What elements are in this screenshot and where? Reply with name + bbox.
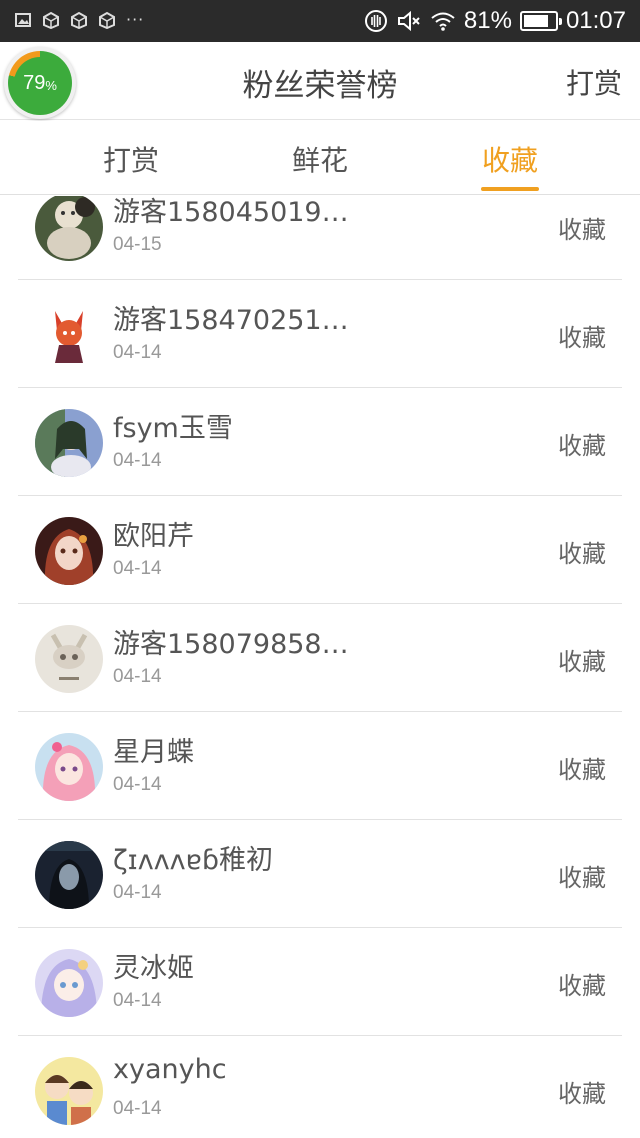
list-item[interactable]: 欧阳芹 04-14 收藏 xyxy=(18,496,622,604)
list-item[interactable]: 灵冰姬 04-14 收藏 xyxy=(18,928,622,1036)
active-tab-indicator xyxy=(481,187,539,191)
page-title: 粉丝荣誉榜 xyxy=(242,68,398,104)
vibrate-icon xyxy=(364,10,387,32)
list-item[interactable]: 游客1584702512... 04-14 收藏 xyxy=(18,280,622,388)
list-item[interactable]: 星月蝶 04-14 收藏 xyxy=(18,712,622,820)
avatar[interactable] xyxy=(35,409,103,477)
user-name: ζɪʌʌʌɐɓ稚初 xyxy=(113,845,273,876)
battery-percentage: 81% xyxy=(463,7,512,34)
tab-tip[interactable]: 打赏 xyxy=(103,139,159,179)
date: 04-14 xyxy=(113,666,162,687)
user-name: xyanyhc xyxy=(113,1054,227,1085)
date: 04-14 xyxy=(113,342,162,363)
mute-icon xyxy=(397,10,420,32)
date: 04-14 xyxy=(113,558,162,579)
user-name: 游客1584702512... xyxy=(113,305,358,336)
avatar[interactable] xyxy=(35,301,103,369)
action-label: 收藏 xyxy=(558,540,606,568)
user-name: 欧阳芹 xyxy=(113,521,194,552)
avatar[interactable] xyxy=(35,196,103,261)
date: 04-15 xyxy=(113,234,162,255)
avatar[interactable] xyxy=(35,949,103,1017)
action-label: 收藏 xyxy=(558,972,606,1000)
date: 04-14 xyxy=(113,990,162,1011)
clock: 01:07 xyxy=(565,7,626,34)
action-label: 收藏 xyxy=(558,324,606,352)
list-item[interactable]: 游客1580798588... 04-14 收藏 xyxy=(18,604,622,712)
avatar[interactable] xyxy=(35,625,103,693)
user-name: 游客1580450190... xyxy=(113,197,358,228)
user-name: fsym玉雪 xyxy=(113,413,233,444)
more-notifications: ··· xyxy=(126,10,145,29)
user-name: 星月蝶 xyxy=(113,737,194,768)
list-item[interactable]: fsym玉雪 04-14 收藏 xyxy=(18,388,622,496)
list-item[interactable]: ζɪʌʌʌɐɓ稚初 04-14 收藏 xyxy=(18,820,622,928)
status-bar: ··· 81% 01:07 xyxy=(0,0,640,42)
avatar[interactable] xyxy=(35,517,103,585)
action-label: 收藏 xyxy=(558,864,606,892)
action-label: 收藏 xyxy=(558,756,606,784)
notification-icons: ··· xyxy=(14,10,144,29)
list-item[interactable]: xyanyhc 04-14 收藏 xyxy=(18,1036,622,1138)
title-bar: 79% 粉丝荣誉榜 打赏 xyxy=(0,42,640,120)
date: 04-14 xyxy=(113,882,162,903)
date: 04-14 xyxy=(113,774,162,795)
user-name: 灵冰姬 xyxy=(113,953,194,984)
tab-bar: 打赏 鲜花 收藏 xyxy=(0,121,640,195)
action-label: 收藏 xyxy=(558,216,606,244)
action-label: 收藏 xyxy=(558,432,606,460)
action-label: 收藏 xyxy=(558,1080,606,1108)
tip-button[interactable]: 打赏 xyxy=(566,62,622,102)
package-icon xyxy=(99,11,115,29)
date: 04-14 xyxy=(113,1098,162,1119)
wifi-icon xyxy=(431,12,455,31)
avatar[interactable] xyxy=(35,1057,103,1125)
battery-icon xyxy=(519,11,562,31)
avatar[interactable] xyxy=(35,733,103,801)
action-label: 收藏 xyxy=(558,648,606,676)
tab-flowers[interactable]: 鲜花 xyxy=(292,139,348,179)
system-icons: 81% 01:07 xyxy=(364,7,626,35)
avatar[interactable] xyxy=(35,841,103,909)
user-name: 游客1580798588... xyxy=(113,629,358,660)
tab-favorites[interactable]: 收藏 xyxy=(482,139,538,179)
fan-list[interactable]: 游客1580450190... 04-15 收藏 游客1584702512...… xyxy=(0,196,640,1138)
package-icon xyxy=(71,11,87,29)
gallery-icon xyxy=(15,12,31,27)
list-item[interactable]: 游客1580450190... 04-15 收藏 xyxy=(18,196,622,280)
date: 04-14 xyxy=(113,450,162,471)
package-icon xyxy=(43,11,59,29)
